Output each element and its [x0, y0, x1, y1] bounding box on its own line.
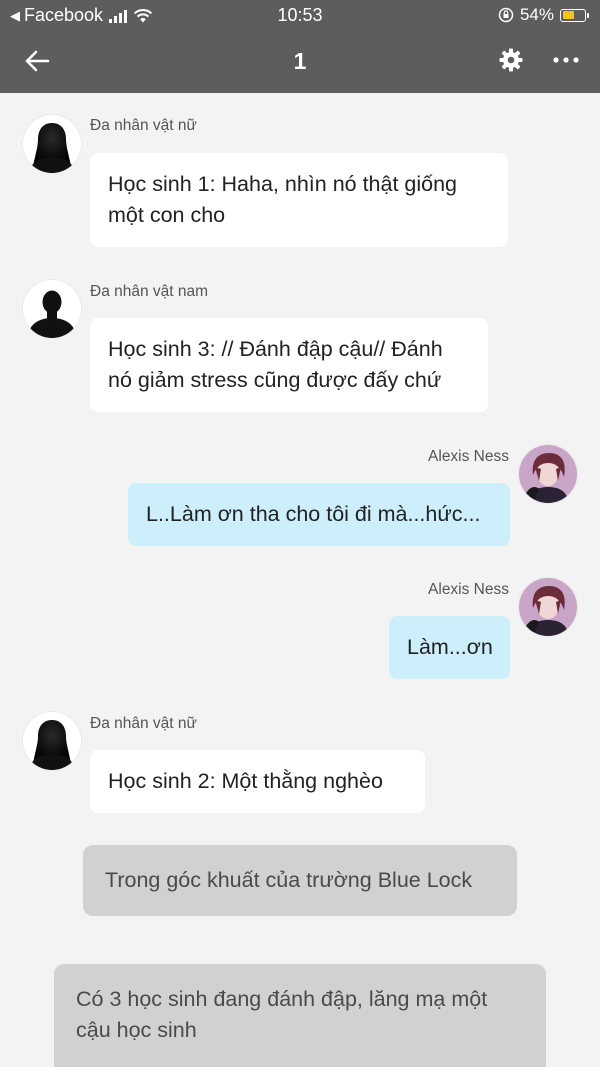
battery-percent: 54% — [519, 5, 554, 24]
battery-icon — [560, 8, 589, 22]
message-bubble[interactable]: Học sinh 1: Haha, nhìn nó thật giống một… — [90, 153, 508, 247]
message-bubble[interactable]: Làm...ơn — [389, 616, 510, 679]
message-text-line: Học sinh 1: Haha, nhìn nó thật giống — [108, 172, 458, 196]
male-silhouette-icon — [23, 280, 81, 338]
sender-name: Đa nhân vật nữ — [90, 117, 197, 134]
message-bubble[interactable]: Học sinh 2: Một thằng nghèo — [90, 750, 425, 813]
character-portrait-icon — [519, 578, 577, 636]
sender-name: Đa nhân vật nam — [90, 283, 209, 300]
status-bar: ◀ Facebook 10:53 54% — [0, 0, 600, 32]
message-text-line: Học sinh 2: Một thằng nghèo — [108, 769, 383, 793]
message-text-line: nó giảm stress cũng được đấy chứ — [108, 368, 442, 392]
narration-text-line: Có 3 học sinh đang đánh đập, lăng mạ một — [76, 987, 488, 1011]
avatar-male-silhouette[interactable] — [23, 280, 81, 338]
chat-area[interactable]: Đa nhân vật nữ Học sinh 1: Haha, nhìn nó… — [0, 93, 600, 1067]
narration-bubble[interactable]: Có 3 học sinh đang đánh đập, lăng mạ một… — [54, 964, 546, 1067]
nav-bar: 1 — [0, 32, 600, 93]
message-text-line: Học sinh 3: // Đánh đập cậu// Đánh — [108, 337, 443, 361]
female-silhouette-icon — [23, 115, 81, 173]
narration-text-line: cậu học sinh — [76, 1018, 197, 1042]
female-silhouette-icon — [23, 712, 81, 770]
character-portrait-icon — [519, 445, 577, 503]
sender-name: Đa nhân vật nữ — [90, 715, 197, 732]
avatar-character-portrait[interactable] — [519, 445, 577, 503]
message-bubble[interactable]: L..Làm ơn tha cho tôi đi mà...hức... — [128, 483, 510, 546]
status-right: 54% — [498, 5, 589, 25]
message-text-line: L..Làm ơn tha cho tôi đi mà...hức... — [146, 502, 481, 526]
avatar-female-silhouette[interactable] — [23, 712, 81, 770]
message-text-line: Làm...ơn — [407, 635, 493, 659]
sender-name: Alexis Ness — [428, 581, 509, 598]
gear-icon[interactable] — [498, 47, 524, 73]
avatar-character-portrait[interactable] — [519, 578, 577, 636]
battery-fill — [562, 11, 574, 19]
avatar-female-silhouette[interactable] — [23, 115, 81, 173]
more-icon[interactable] — [552, 49, 580, 71]
sender-name: Alexis Ness — [428, 448, 509, 465]
message-text-line: một con cho — [108, 203, 226, 227]
narration-bubble[interactable]: Trong góc khuất của trường Blue Lock — [83, 845, 517, 916]
top-bar: ◀ Facebook 10:53 54% 1 — [0, 0, 600, 93]
message-bubble[interactable]: Học sinh 3: // Đánh đập cậu// Đánh nó gi… — [90, 318, 488, 412]
narration-text-line: Trong góc khuất của trường Blue Lock — [105, 868, 473, 892]
orientation-lock-icon — [498, 7, 514, 23]
